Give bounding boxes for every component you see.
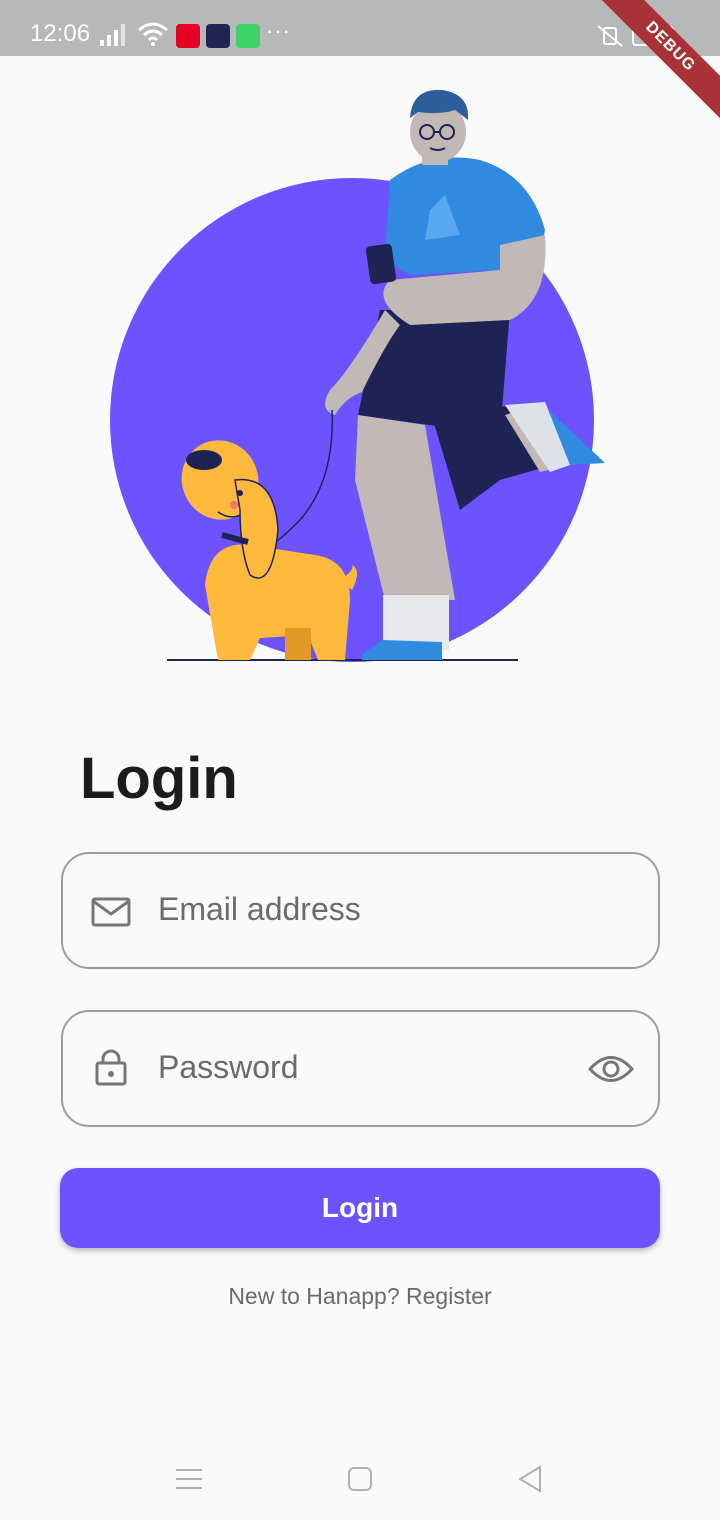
signal-icon [100, 24, 125, 46]
messages-icon [236, 24, 260, 48]
menu-icon[interactable] [172, 1462, 206, 1496]
page-title: Login [80, 746, 238, 811]
email-field[interactable]: Email address [61, 852, 660, 969]
more-icon: ··· [266, 18, 291, 43]
back-icon[interactable] [514, 1462, 548, 1496]
email-placeholder: Email address [158, 891, 361, 927]
status-time: 12:06 [30, 20, 91, 47]
tv-app-icon [206, 24, 230, 48]
navigation-bar [0, 1440, 720, 1520]
login-button[interactable]: Login [60, 1168, 660, 1248]
mail-icon [91, 897, 131, 927]
home-icon[interactable] [343, 1462, 377, 1496]
wifi-icon [138, 22, 168, 46]
eye-icon[interactable] [588, 1052, 634, 1086]
password-field[interactable]: Password [61, 1010, 660, 1127]
mute-icon [597, 25, 623, 47]
password-placeholder: Password [158, 1049, 299, 1085]
lock-icon [95, 1049, 127, 1086]
pinterest-icon [176, 24, 200, 48]
register-link[interactable]: New to Hanapp? Register [0, 1283, 720, 1310]
login-illustration [110, 89, 605, 662]
